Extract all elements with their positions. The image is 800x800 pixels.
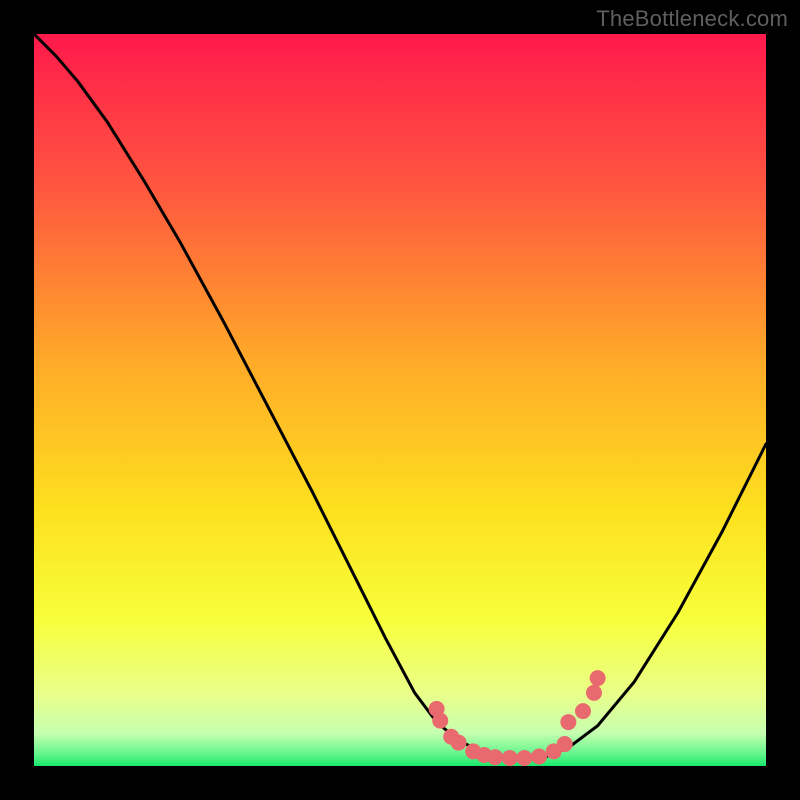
data-dot xyxy=(487,749,503,765)
data-dot xyxy=(575,703,591,719)
attribution-text: TheBottleneck.com xyxy=(596,6,788,32)
data-dot xyxy=(531,748,547,764)
gradient-background xyxy=(34,34,766,766)
data-dot xyxy=(451,735,467,751)
plot-area xyxy=(34,34,766,766)
chart-frame: TheBottleneck.com xyxy=(0,0,800,800)
data-dot xyxy=(502,750,518,766)
data-dot xyxy=(557,736,573,752)
data-dot xyxy=(516,750,532,766)
data-dot xyxy=(560,714,576,730)
plot-svg xyxy=(34,34,766,766)
data-dot xyxy=(586,685,602,701)
data-dot xyxy=(432,713,448,729)
data-dot xyxy=(590,670,606,686)
